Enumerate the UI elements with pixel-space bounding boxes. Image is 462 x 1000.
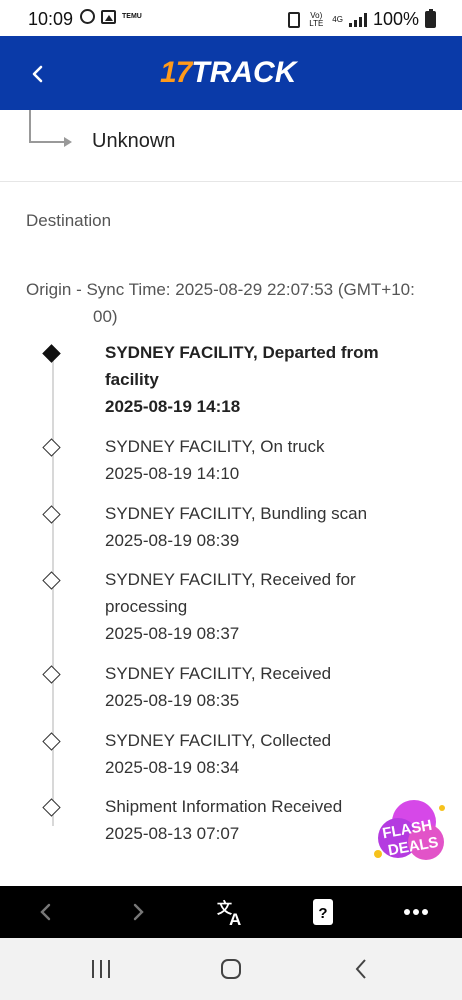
status-right: Vo) LTE 4G 100% (288, 9, 436, 30)
status-bar: 10:09 TEMU Vo) LTE 4G 100% (0, 0, 462, 36)
flash-deals-badge-icon: FLASH DEALS (374, 800, 445, 860)
signal-icon (348, 12, 367, 27)
back-icon (355, 959, 366, 979)
origin-sync-line2: 00) (93, 307, 118, 326)
forward-icon (133, 903, 144, 921)
current-status-diamond-icon (42, 344, 61, 363)
svg-text:A: A (229, 910, 241, 926)
chevron-left-icon (32, 65, 43, 83)
notification-icons: TEMU (80, 9, 142, 24)
home-icon (221, 959, 241, 979)
event-time: 2025-08-19 14:18 (105, 397, 241, 416)
nfc-icon (288, 11, 301, 28)
event-time: 2025-08-19 14:10 (105, 464, 240, 483)
corner-arrow-icon (29, 110, 72, 147)
event-description: SYDNEY FACILITY, Bundling scan (105, 504, 368, 523)
carrier-row: Unknown (0, 110, 462, 182)
logo-text: TRACK (191, 56, 297, 89)
help-card-icon: ? (313, 899, 333, 925)
translate-icon: 文 A (217, 899, 241, 926)
temu-icon: TEMU (122, 13, 142, 20)
system-back-button[interactable] (346, 956, 376, 982)
status-diamond-icon (42, 438, 61, 457)
event-time: 2025-08-19 08:37 (105, 624, 240, 643)
status-diamond-icon (42, 665, 61, 684)
battery-percent: 100% (372, 9, 419, 29)
recent-apps-icon (92, 960, 110, 978)
event-description: SYDNEY FACILITY, Received for processing (105, 570, 356, 616)
origin-sync-line1: Origin - Sync Time: 2025-08-29 22:07:53 … (26, 280, 415, 299)
origin-sync-time: Origin - Sync Time: 2025-08-29 22:07:53 … (26, 276, 436, 330)
event-time: 2025-08-19 08:39 (105, 531, 240, 550)
browser-toolbar: 文 A ? (0, 886, 462, 938)
tracking-content: Unknown Destination Origin - Sync Time: … (0, 110, 462, 886)
status-diamond-icon (42, 505, 61, 524)
back-button[interactable] (20, 56, 56, 92)
gallery-icon (101, 9, 116, 24)
whatsapp-icon (80, 9, 95, 24)
event-time: 2025-08-19 08:34 (105, 758, 240, 777)
carrier-unknown-label: Unknown (92, 130, 176, 152)
svg-text:?: ? (318, 905, 327, 922)
browser-back-button[interactable] (32, 898, 60, 926)
status-time: 10:09 (28, 9, 74, 29)
event-time: 2025-08-19 08:35 (105, 691, 240, 710)
back-icon (40, 903, 51, 921)
event-description: SYDNEY FACILITY, Received (105, 664, 332, 683)
status-diamond-icon (42, 798, 61, 817)
translate-button[interactable]: 文 A (214, 898, 248, 926)
battery-icon (425, 9, 436, 28)
system-nav-bar (0, 938, 462, 1000)
destination-label: Destination (26, 211, 112, 230)
status-diamond-icon (42, 571, 61, 590)
17track-logo: 17 TRACK (160, 56, 296, 90)
flash-deals-button[interactable]: FLASH DEALS (368, 798, 450, 868)
logo-number: 17 (160, 56, 192, 89)
status-diamond-icon (42, 732, 61, 751)
temu-label: TEMU (122, 13, 142, 20)
event-description: SYDNEY FACILITY, Departed from facility (105, 343, 379, 389)
more-button[interactable] (400, 898, 432, 926)
event-description: SYDNEY FACILITY, Collected (105, 731, 332, 750)
browser-forward-button[interactable] (124, 898, 152, 926)
home-button[interactable] (216, 956, 246, 982)
volte-indicator: Vo) LTE (309, 10, 324, 28)
event-time: 2025-08-13 07:07 (105, 824, 240, 843)
recent-apps-button[interactable] (86, 956, 116, 982)
event-description: Shipment Information Received (105, 797, 343, 816)
help-card-button[interactable]: ? (310, 898, 336, 926)
timeline-line (52, 356, 54, 826)
app-header: 17 TRACK (0, 36, 462, 110)
network-indicator: 4G (332, 14, 343, 24)
more-icon (404, 909, 428, 915)
event-description: SYDNEY FACILITY, On truck (105, 437, 325, 456)
